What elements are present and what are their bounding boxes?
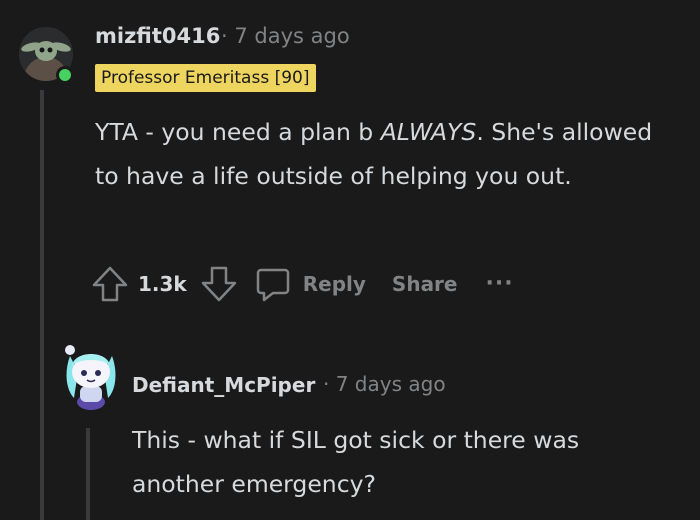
comment-body: YTA - you need a plan b ALWAYS. She's al…	[95, 110, 675, 198]
reply-button[interactable]: Reply	[253, 264, 366, 304]
share-button[interactable]: Share	[392, 272, 458, 296]
comment-bubble-icon	[256, 268, 289, 302]
downvote-icon	[201, 266, 236, 302]
reply-thread-line[interactable]	[86, 428, 90, 520]
comment-username[interactable]: mizfit0416	[95, 24, 220, 48]
reply-body: This - what if SIL got sick or there was…	[132, 426, 580, 498]
thread-line[interactable]	[40, 90, 44, 520]
user-flair: Professor Emeritass [90]	[95, 64, 316, 92]
online-status-dot	[56, 66, 74, 84]
reply-timestamp[interactable]: · 7 days ago	[323, 372, 446, 396]
snoo-avatar-image	[65, 345, 116, 410]
reply-username[interactable]: Defiant_McPiper	[132, 373, 315, 397]
vote-count: 1.3k	[138, 272, 187, 296]
comment-timestamp[interactable]: · 7 days ago	[221, 24, 350, 48]
upvote-icon	[92, 266, 128, 302]
comment-thread: mizfit0416 · 7 days ago Professor Emerit…	[0, 0, 700, 520]
downvote-button[interactable]	[199, 264, 239, 304]
comment-body-emphasis: ALWAYS	[380, 118, 477, 146]
reply-label: Reply	[302, 272, 366, 296]
more-options-button[interactable]: ···	[486, 273, 514, 295]
comment-action-bar: 1.3k Reply Share ···	[90, 262, 514, 306]
reply-avatar[interactable]	[60, 342, 122, 412]
comment-body-prefix: YTA - you need a plan b	[95, 118, 381, 146]
upvote-button[interactable]	[90, 264, 130, 304]
